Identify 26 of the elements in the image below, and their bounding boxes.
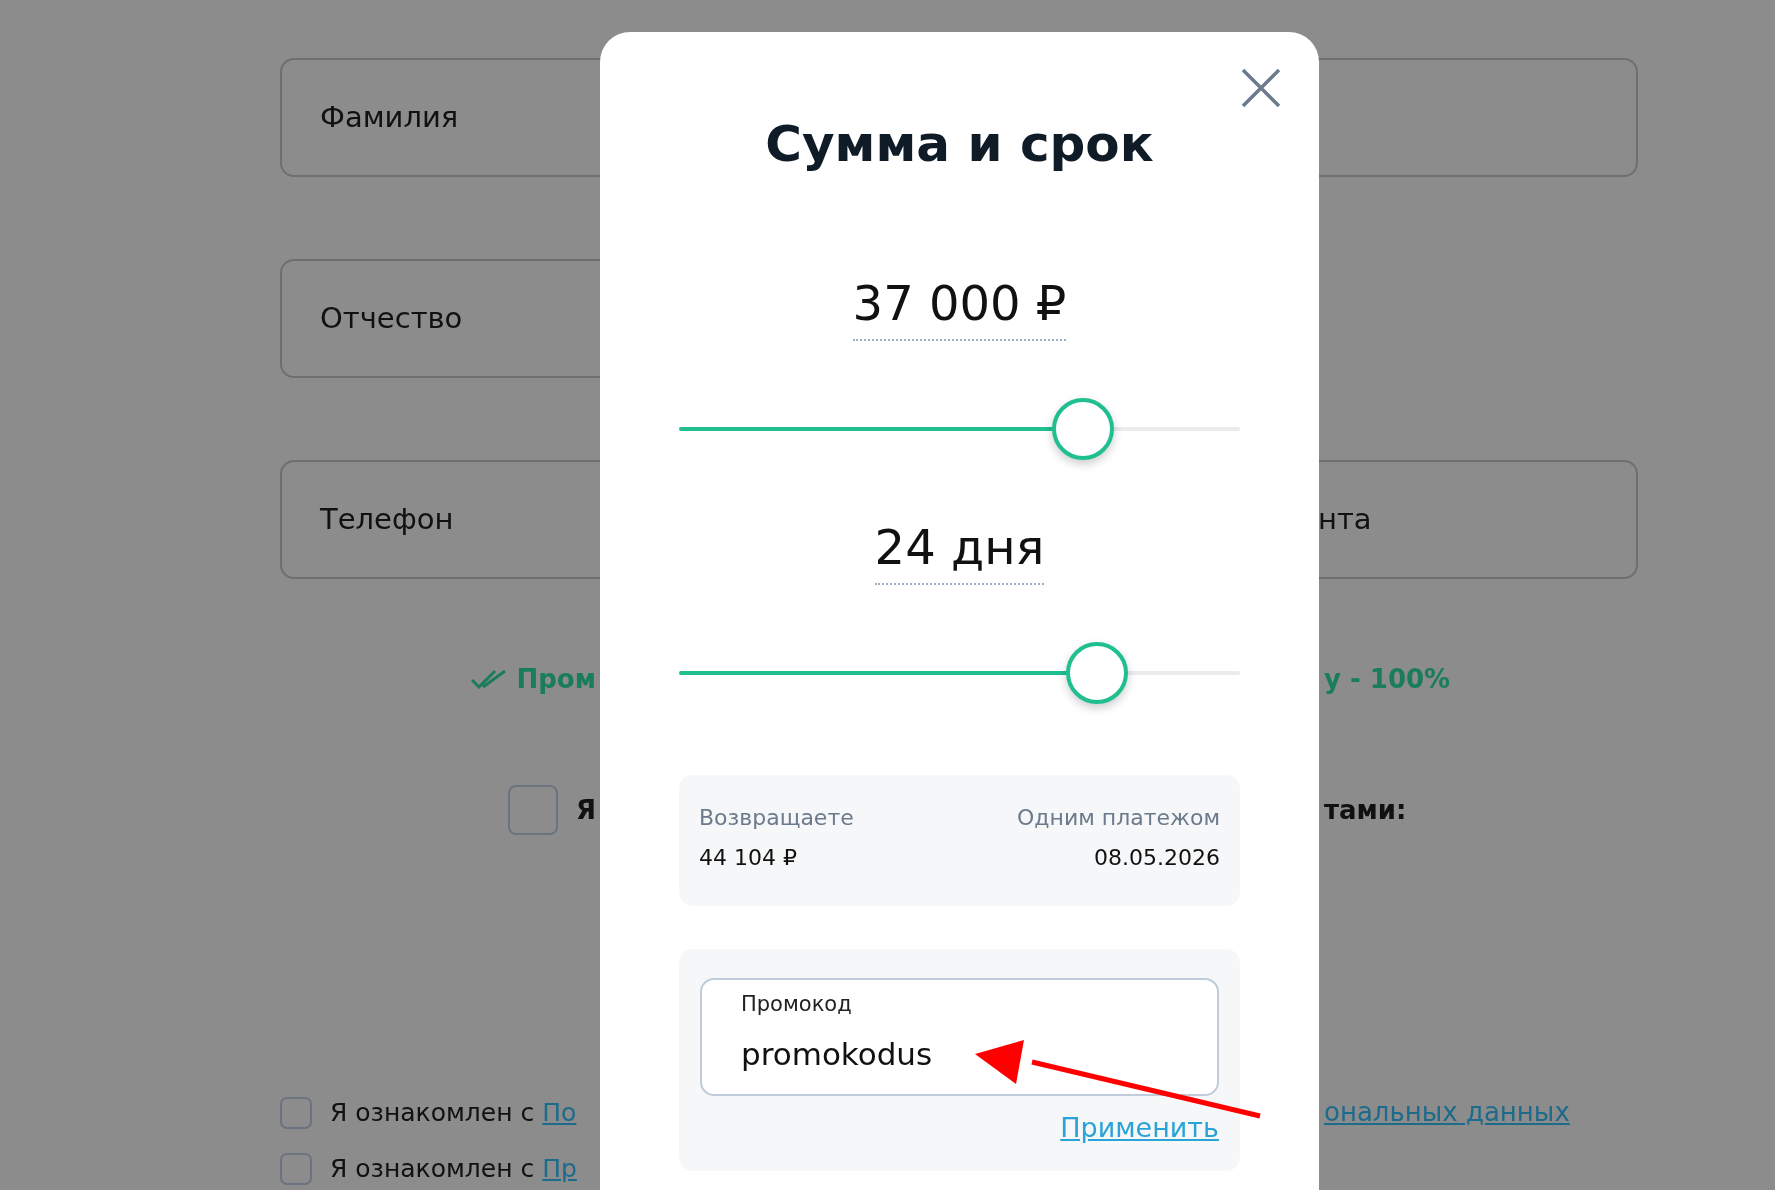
double-check-icon (470, 669, 507, 689)
slider-thumb[interactable] (1051, 398, 1114, 460)
payment-label: Одним платежом (1016, 807, 1220, 829)
consent-heading: Я (575, 793, 596, 827)
return-label: Возвращаете (699, 807, 855, 829)
close-button[interactable] (1239, 66, 1283, 110)
payment-date: 08.05.2026 (1093, 847, 1220, 869)
modal-title: Сумма и срок (765, 119, 1154, 169)
checkbox[interactable] (507, 785, 558, 835)
close-icon (1241, 68, 1281, 108)
promo-status: у - 100% (1324, 662, 1451, 696)
slider-thumb[interactable] (1065, 642, 1128, 704)
promo-status: Пром (516, 662, 596, 696)
agreement-text: Я ознакомлен с (330, 1153, 535, 1185)
promo-input[interactable]: promokodus (741, 1031, 1217, 1078)
term-value[interactable]: 24 дня (874, 523, 1045, 585)
amount-value[interactable]: 37 000 ₽ (852, 279, 1067, 341)
return-value: 44 104 ₽ (699, 847, 798, 869)
checkbox[interactable] (280, 1152, 312, 1185)
consent-heading: тами: (1324, 793, 1407, 827)
slider[interactable] (679, 398, 1240, 460)
agreement-text: Я ознакомлен с (330, 1096, 535, 1129)
checkbox[interactable] (280, 1096, 312, 1129)
slider[interactable] (679, 642, 1240, 704)
promo-field[interactable]: Промокод promokodus (700, 978, 1219, 1096)
promo-field-label: Промокод (741, 994, 853, 1015)
